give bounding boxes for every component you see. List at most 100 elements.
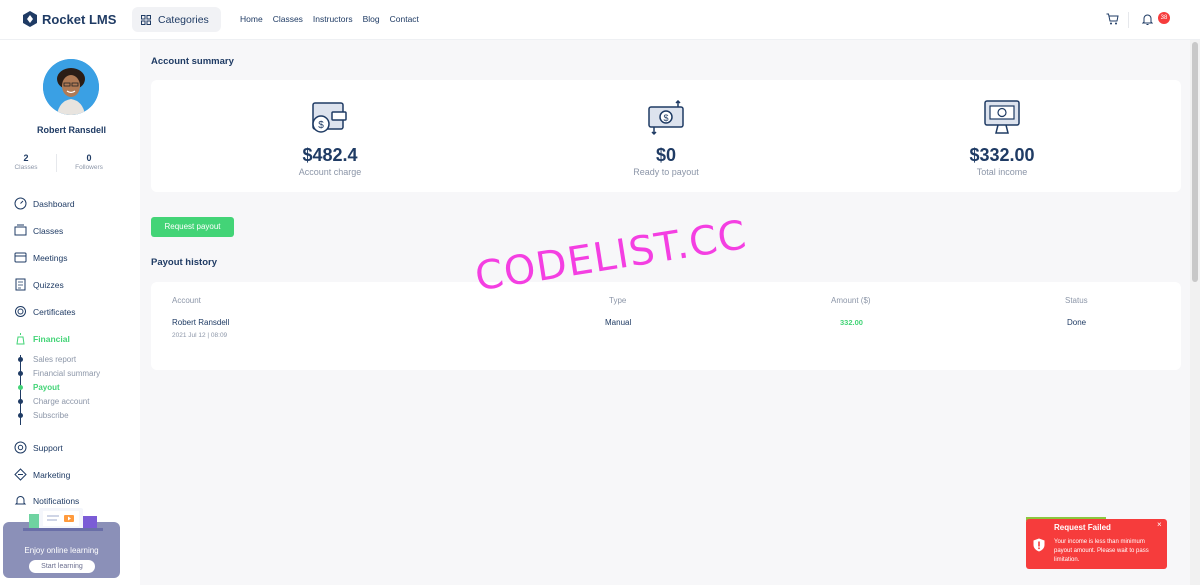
shield-alert-icon — [1033, 538, 1045, 552]
meetings-icon — [14, 252, 27, 263]
sidebar-item-quizzes[interactable]: Quizzes — [14, 278, 64, 291]
nav-home[interactable]: Home — [240, 14, 263, 24]
sidebar-item-meetings[interactable]: Meetings — [14, 251, 68, 264]
payout-history-table — [151, 282, 1181, 370]
svg-text:$: $ — [318, 120, 324, 131]
svg-text:$: $ — [663, 113, 668, 123]
sidebar-item-label: Meetings — [33, 252, 68, 263]
marketing-icon — [14, 468, 27, 481]
sidebar-item-certificates[interactable]: Certificates — [14, 305, 76, 318]
notifications-icon — [14, 496, 27, 505]
logo[interactable]: Rocket LMS — [22, 10, 116, 28]
request-payout-button[interactable]: Request payout — [151, 217, 234, 237]
dashboard-icon — [14, 197, 27, 210]
notification-badge: 38 — [1158, 12, 1170, 24]
row-status: Done — [1067, 318, 1087, 327]
submenu-charge-account[interactable]: Charge account — [33, 397, 89, 406]
submenu-dot — [18, 399, 23, 404]
user-name: Robert Ransdell — [36, 125, 106, 135]
column-account: Account — [172, 296, 201, 305]
scrollbar-thumb[interactable] — [1192, 42, 1198, 282]
main-nav: Home Classes Instructors Blog Contact — [240, 14, 419, 24]
sidebar-item-label: Quizzes — [33, 279, 64, 290]
submenu-subscribe[interactable]: Subscribe — [33, 411, 69, 420]
column-amount: Amount ($) — [831, 296, 871, 305]
account-summary-title: Account summary — [151, 56, 234, 67]
categories-label: Categories — [158, 13, 209, 26]
promo-title: Enjoy online learning — [24, 546, 99, 555]
sidebar-item-dashboard[interactable]: Dashboard — [14, 197, 75, 210]
stat-classes-label: Classes — [14, 164, 38, 171]
nav-blog[interactable]: Blog — [363, 14, 380, 24]
ready-to-payout-value: $0 — [655, 145, 677, 165]
rocket-logo-icon — [23, 11, 37, 27]
sidebar-item-label: Support — [33, 442, 63, 453]
certificate-icon — [15, 306, 26, 317]
submenu-dot-active — [18, 385, 23, 390]
account-charge-label: Account charge — [298, 167, 362, 177]
promo-card: Enjoy online learning Start learning — [3, 508, 120, 578]
nav-instructors[interactable]: Instructors — [313, 14, 353, 24]
nav-classes[interactable]: Classes — [273, 14, 303, 24]
stat-classes: 2 Classes — [6, 153, 46, 171]
toast-message: Your income is less than minimum payout … — [1054, 539, 1149, 563]
row-account-name: Robert Ransdell — [172, 318, 230, 327]
monitor-money-icon — [984, 100, 1020, 134]
stat-followers-label: Followers — [75, 164, 103, 171]
nav-contact[interactable]: Contact — [390, 14, 419, 24]
sidebar-item-marketing[interactable]: Marketing — [14, 468, 70, 481]
submenu-dot — [18, 371, 23, 376]
start-learning-button[interactable]: Start learning — [29, 560, 95, 573]
cart-icon[interactable] — [1106, 13, 1119, 25]
submenu-dot — [18, 357, 23, 362]
wallet-icon: $ — [312, 102, 347, 133]
sidebar-item-label: Classes — [33, 225, 64, 236]
column-type: Type — [609, 296, 627, 305]
grid-icon — [141, 14, 151, 25]
payout-history-title: Payout history — [151, 257, 217, 268]
sidebar-item-label: Notifications — [33, 495, 80, 506]
close-icon[interactable]: × — [1157, 520, 1162, 529]
header-divider — [1128, 12, 1129, 28]
sidebar-item-label: Marketing — [33, 469, 71, 480]
total-income-value: $332.00 — [969, 145, 1035, 165]
sidebar-item-label: Financial — [33, 333, 70, 344]
ready-to-payout-label: Ready to payout — [633, 167, 699, 177]
sidebar-item-label: Dashboard — [33, 198, 75, 209]
column-status: Status — [1065, 296, 1088, 305]
submenu-financial-summary[interactable]: Financial summary — [33, 369, 100, 378]
sidebar-item-notifications[interactable]: Notifications — [14, 494, 79, 507]
money-transfer-icon: $ — [648, 99, 684, 136]
categories-button[interactable]: Categories — [132, 7, 221, 32]
row-date: 2021 Jul 12 | 08:09 — [172, 332, 228, 339]
stat-divider — [56, 154, 57, 172]
total-income-label: Total income — [976, 167, 1028, 177]
row-type: Manual — [605, 318, 632, 327]
sidebar-item-support[interactable]: Support — [14, 441, 63, 454]
sidebar-item-financial[interactable]: Financial — [14, 332, 70, 345]
avatar-image — [43, 59, 99, 115]
summary-total-income: $332.00 Total income — [912, 100, 1092, 177]
toast-title: Request Failed — [1054, 523, 1111, 532]
error-toast: Request Failed Your income is less than … — [1026, 519, 1167, 569]
sidebar-item-classes[interactable]: Classes — [14, 224, 63, 237]
stat-classes-value: 2 — [23, 153, 29, 163]
summary-ready-to-payout: $ $0 Ready to payout — [576, 99, 756, 177]
logo-text: Rocket LMS — [42, 11, 117, 27]
stat-followers-value: 0 — [86, 153, 92, 163]
avatar[interactable] — [43, 59, 99, 115]
top-header: Rocket LMS Categories Home Classes Instr… — [0, 0, 1200, 40]
financial-icon — [16, 333, 25, 345]
sidebar-item-label: Certificates — [33, 306, 76, 317]
submenu-payout[interactable]: Payout — [33, 383, 60, 392]
sidebar: Robert Ransdell 2 Classes 0 Followers Da… — [0, 40, 140, 585]
submenu-sales-report[interactable]: Sales report — [33, 355, 76, 364]
stat-followers: 0 Followers — [69, 153, 109, 171]
summary-account-charge: $ $482.4 Account charge — [240, 100, 420, 177]
account-summary-card: $ $482.4 Account charge $ $0 Ready to pa… — [151, 80, 1181, 192]
bell-icon[interactable] — [1142, 13, 1153, 26]
account-charge-value: $482.4 — [302, 145, 358, 165]
row-amount: 332.00 — [840, 318, 863, 327]
submenu-dot — [18, 413, 23, 418]
quizzes-icon — [15, 278, 26, 291]
